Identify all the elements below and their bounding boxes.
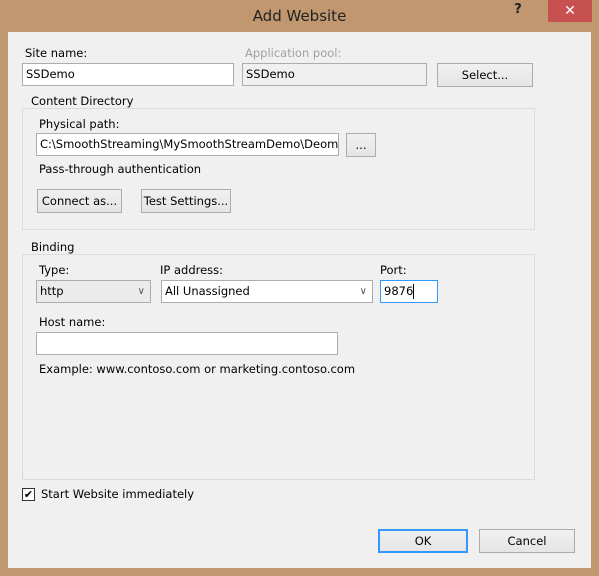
app-pool-label: Application pool: (245, 46, 342, 60)
chevron-down-icon: ∨ (137, 286, 145, 297)
select-button[interactable]: Select... (437, 63, 533, 87)
start-website-label[interactable]: Start Website immediately (41, 487, 194, 501)
host-example-text: Example: www.contoso.com or marketing.co… (39, 362, 356, 376)
physical-path-label: Physical path: (39, 117, 120, 131)
start-website-checkbox[interactable]: ✔ (22, 488, 35, 501)
app-pool-input: SSDemo (242, 63, 427, 86)
binding-label: Binding (29, 240, 77, 254)
host-name-input[interactable] (36, 332, 338, 355)
ip-address-label: IP address: (160, 263, 224, 277)
site-name-label: Site name: (25, 46, 88, 60)
port-value: 9876 (384, 284, 414, 298)
site-name-input[interactable]: SSDemo (22, 63, 234, 86)
port-label: Port: (380, 263, 407, 277)
close-button[interactable]: ✕ (548, 0, 592, 22)
cancel-button[interactable]: Cancel (479, 529, 575, 553)
ok-button[interactable]: OK (378, 529, 468, 553)
host-name-label: Host name: (39, 315, 106, 329)
auth-text: Pass-through authentication (39, 162, 202, 176)
type-select[interactable]: http ∨ (36, 280, 151, 303)
text-caret (413, 284, 415, 299)
test-settings-button[interactable]: Test Settings... (141, 189, 231, 213)
physical-path-input[interactable]: C:\SmoothStreaming\MySmoothStreamDemo\De… (36, 133, 339, 156)
type-value: http (40, 284, 64, 298)
ip-address-select[interactable]: All Unassigned ∨ (161, 280, 373, 303)
content-directory-label: Content Directory (29, 94, 136, 108)
type-label: Type: (39, 263, 70, 277)
browse-button[interactable]: ... (346, 133, 376, 157)
connect-as-button[interactable]: Connect as... (37, 189, 122, 213)
ip-address-value: All Unassigned (165, 284, 250, 298)
chevron-down-icon: ∨ (359, 286, 367, 297)
help-button[interactable]: ? (508, 2, 528, 22)
port-input[interactable]: 9876 (380, 280, 438, 303)
